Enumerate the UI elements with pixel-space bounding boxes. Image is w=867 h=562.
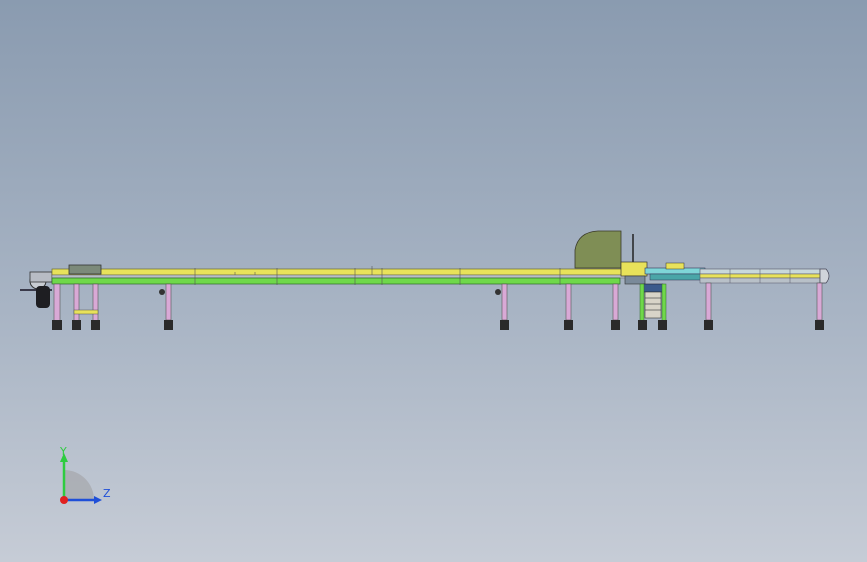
foot-11 [815,320,824,330]
middle-support-legs[interactable] [159,283,620,330]
y-axis-label: Y [59,445,67,458]
foot-9 [658,320,667,330]
bracket-5 [495,289,501,295]
leg-7 [612,283,619,321]
saw-leg-right [661,283,667,325]
bracket-4 [159,289,165,295]
drive-motor-top [642,283,664,293]
saw-base [624,275,646,285]
outfeed-end-cap [819,268,830,284]
conveyor-saw-model[interactable]: Y Z [0,0,867,562]
leg-5 [501,283,508,321]
infeed-motor [36,286,50,308]
infeed-head [29,271,53,283]
foot-8 [638,320,647,330]
infeed-gearbox [68,264,102,275]
outfeed-cyan-lower [649,273,706,281]
cross-brace [73,309,99,315]
x-axis-point [60,496,68,504]
saw-leg-left [639,283,645,325]
cad-viewport[interactable]: Y Z [0,0,867,562]
leg-6 [565,283,572,321]
saw-clamp-block [620,261,648,277]
foot-7 [611,320,620,330]
leg-10 [705,282,712,321]
leg-11 [816,282,823,321]
foot-6 [564,320,573,330]
foot-2 [72,320,81,330]
lower-rail-green [51,277,621,285]
foot-10 [704,320,713,330]
saw-blade-guard [574,230,622,269]
outfeed-section[interactable] [644,262,830,330]
infeed-end-assembly[interactable] [20,271,53,308]
rail-mid-strip [51,274,628,279]
foot-3 [91,320,100,330]
leg-1 [53,283,61,327]
foot-4 [164,320,173,330]
leg-3 [92,283,99,327]
leg-2 [73,283,80,327]
outfeed-stop-block [665,262,685,270]
foot-1 [52,320,62,330]
foot-5 [500,320,509,330]
coordinate-triad[interactable]: Y Z [59,445,111,504]
left-frame[interactable] [52,283,100,330]
drive-motor-body [644,291,662,319]
leg-4 [165,283,172,321]
z-axis-arrow [94,496,102,504]
triad-plane [64,470,94,500]
z-axis-label: Z [103,487,111,500]
main-rail-assembly[interactable] [51,264,628,285]
top-rail-yellow [51,268,628,276]
